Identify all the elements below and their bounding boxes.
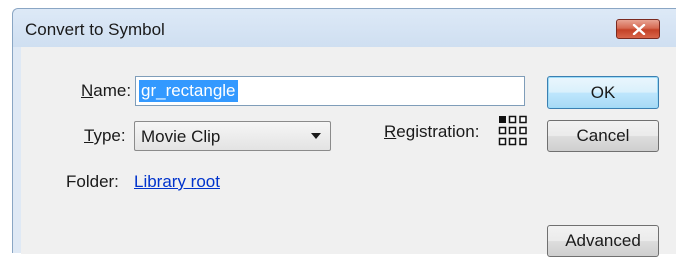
reg-point-top-right[interactable] xyxy=(519,115,527,124)
type-select-value: Movie Clip xyxy=(141,127,221,146)
reg-point-bottom-left[interactable] xyxy=(498,137,507,146)
advanced-button[interactable]: Advanced xyxy=(547,225,659,257)
close-x-icon xyxy=(632,24,646,35)
reg-point-bottom-right[interactable] xyxy=(519,137,527,146)
cancel-button-label: Cancel xyxy=(576,126,630,145)
folder-label: Folder: xyxy=(66,172,119,191)
ok-button-label: OK xyxy=(590,83,616,102)
convert-to-symbol-dialog: Convert to Symbol Name: gr_rectangle Typ… xyxy=(12,8,676,257)
type-select[interactable]: Movie Clip xyxy=(134,121,331,151)
name-input-value: gr_rectangle xyxy=(139,80,238,102)
title-bar[interactable]: Convert to Symbol xyxy=(13,9,676,47)
reg-point-top-left[interactable] xyxy=(499,116,506,123)
type-label: Type: xyxy=(84,126,126,145)
name-input[interactable]: gr_rectangle xyxy=(135,76,525,106)
dialog-body: Name: gr_rectangle Type: Movie Clip Regi… xyxy=(21,47,676,257)
chevron-down-icon xyxy=(311,133,321,139)
reg-point-bottom-center[interactable] xyxy=(508,137,517,146)
folder-link[interactable]: Library root xyxy=(134,172,220,192)
name-label: Name: xyxy=(81,81,132,100)
reg-point-middle-left[interactable] xyxy=(498,126,507,135)
advanced-button-label: Advanced xyxy=(565,231,641,250)
close-button[interactable] xyxy=(616,19,660,39)
registration-grid-icon[interactable] xyxy=(498,115,528,147)
dialog-title: Convert to Symbol xyxy=(25,20,165,39)
reg-point-top-center[interactable] xyxy=(508,115,517,124)
reg-point-center[interactable] xyxy=(508,126,517,135)
registration-label: Registration: xyxy=(384,122,480,141)
reg-point-middle-right[interactable] xyxy=(519,126,527,135)
ok-button[interactable]: OK xyxy=(547,76,659,109)
cancel-button[interactable]: Cancel xyxy=(547,120,659,152)
